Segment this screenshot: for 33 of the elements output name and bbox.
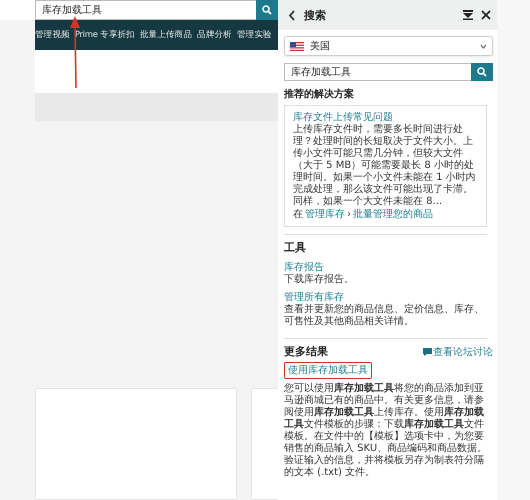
result-summary: 您可以使用库存加载工具将您的商品添加到亚马逊商城已有的商品中。有关更多信息，请参阅使用库存加载工具上传库存。使用库存加载工具文件模板的步骤：下载库存加载工具文件模板。在文件中的【模板】选项卡中，为您要销售的商品输入 SKU、商品编码和商品数据。验证输入的信息，并将模板另存为制表符分隔的文本 (.txt) 文件。 xyxy=(284,383,488,479)
close-icon[interactable] xyxy=(481,10,491,20)
forum-link[interactable]: 查看论坛讨论 xyxy=(423,344,493,358)
search-button[interactable] xyxy=(256,0,278,20)
nav-link[interactable]: 批量上传商品 xyxy=(140,29,192,41)
search-icon xyxy=(477,67,487,77)
search-icon xyxy=(262,5,272,15)
flag-icon xyxy=(290,42,304,50)
search-button[interactable] xyxy=(471,63,493,81)
nav-link[interactable]: 品牌分析 xyxy=(197,29,232,41)
article-link[interactable]: 库存文件上传常见问题 xyxy=(293,111,480,124)
breadcrumb-link[interactable]: 批量管理您的商品 xyxy=(353,208,433,221)
search-field[interactable]: 库存加载工具 xyxy=(35,0,256,20)
section-heading: 工具 xyxy=(284,240,307,255)
tool-description: 查看并更新您的商品信息、定价信息、库存、可售性及其他商品相关详情。 xyxy=(284,304,485,328)
chevron-down-icon xyxy=(480,44,487,48)
article-summary: 上传库存文件时，需要多长时间进行处理？处理时间的长短取决于文件大小。上传小文件可能只需几分钟，但较大文件（大于 5 MB）可能需要最长 8 小时的处理时间。如果一个小文件未能在 1 小时内完成处理，那么该文件可能出现了卡滞。同样，如果一个大文件未能在 8... xyxy=(293,124,477,208)
collapse-icon[interactable] xyxy=(463,10,473,20)
tool-description: 下载库存报告。 xyxy=(284,274,355,286)
nav-link[interactable]: 管理实验 xyxy=(236,29,272,41)
section-heading: 更多结果 xyxy=(284,344,328,359)
path-prefix: 在 xyxy=(293,208,303,221)
panel-title: 搜索 xyxy=(304,8,326,22)
path-separator: › xyxy=(347,208,351,221)
result-link[interactable]: 使用库存加载工具 xyxy=(284,362,372,379)
breadcrumb-link[interactable]: 管理库存 xyxy=(305,208,345,221)
chat-icon xyxy=(423,348,432,356)
tool-link[interactable]: 库存报告 xyxy=(284,261,493,274)
tool-link[interactable]: 管理所有库存 xyxy=(284,291,493,304)
country-select[interactable]: 美国 xyxy=(284,36,493,56)
search-field[interactable]: 库存加载工具 xyxy=(284,63,471,81)
section-heading: 推荐的解决方案 xyxy=(284,87,355,101)
nav-link[interactable]: 管理视频 xyxy=(35,29,70,41)
